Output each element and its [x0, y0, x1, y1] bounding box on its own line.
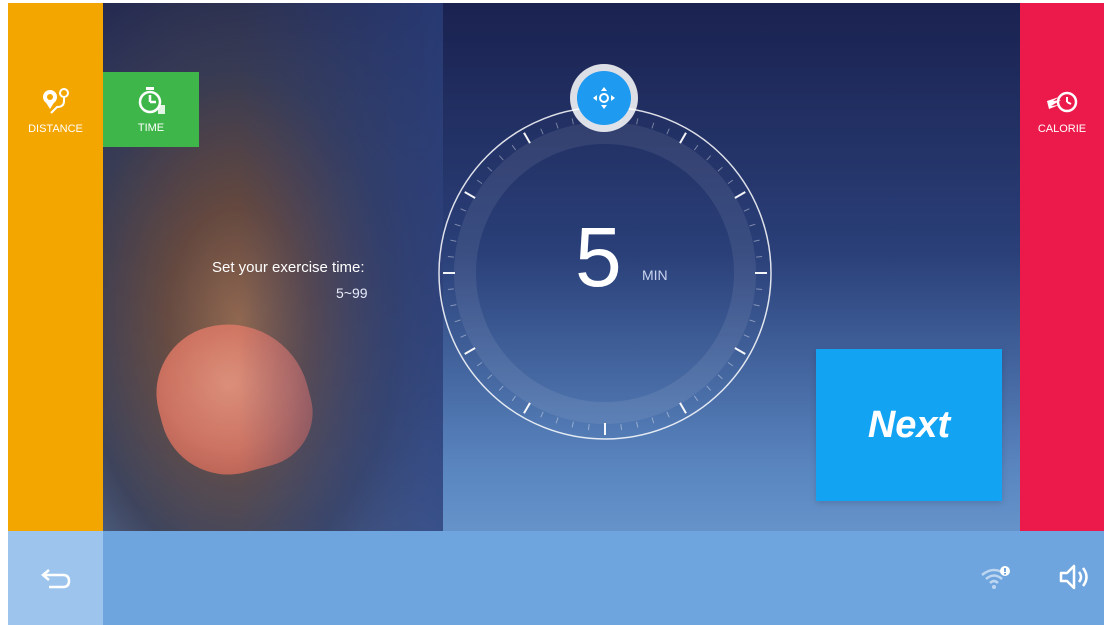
dial-tick	[743, 334, 750, 338]
dial-tick	[447, 288, 454, 291]
dial-tick	[753, 239, 760, 242]
exercise-time-range: 5~99	[336, 285, 368, 301]
dial-tick	[487, 166, 493, 172]
dial-tick	[498, 385, 504, 391]
dial-tick	[693, 144, 699, 151]
dial-tick	[717, 166, 723, 172]
dial-tick	[460, 208, 467, 212]
mode-distance-button[interactable]: DISTANCE	[8, 73, 103, 149]
mode-calorie-label: CALORIE	[1037, 123, 1087, 135]
dial-tick	[749, 319, 756, 323]
drag-handle-icon	[593, 87, 615, 109]
dial-tick	[727, 179, 734, 185]
dial-tick	[450, 239, 457, 242]
stopwatch-icon	[138, 86, 165, 114]
map-pin-route-icon	[42, 88, 69, 114]
dial-tick	[454, 319, 461, 323]
dial-tick	[511, 144, 517, 151]
dial-tick	[454, 223, 461, 227]
dial-tick	[717, 374, 723, 380]
dial-tick	[727, 361, 734, 367]
dial-tick	[476, 179, 483, 185]
dial-tick	[464, 347, 476, 355]
dial-tick	[476, 361, 483, 367]
dial-tick	[734, 347, 746, 355]
dial-tick	[753, 304, 760, 307]
dial-tick	[571, 421, 574, 428]
dial-tick	[666, 411, 670, 418]
dial-tick	[756, 255, 763, 258]
dial-tick	[464, 191, 476, 199]
back-button[interactable]	[8, 531, 103, 625]
dial-tick	[679, 402, 687, 414]
mode-time-button[interactable]: TIME	[103, 72, 199, 147]
dial-tick	[666, 128, 670, 135]
dial-tick	[540, 411, 544, 418]
exercise-setup-screen: DISTANCE TIME CALORIE Set your exercise …	[8, 3, 1104, 625]
bottom-bar	[8, 531, 1104, 625]
dial-tick	[706, 385, 712, 391]
dial-tick	[651, 417, 655, 424]
dial-tick	[749, 223, 756, 227]
dial-tick	[636, 421, 639, 428]
dial-tick	[447, 255, 454, 258]
dial-tick	[620, 424, 623, 431]
dial-tick	[523, 132, 531, 144]
flame-clock-icon	[1047, 91, 1078, 113]
dial-tick	[587, 424, 590, 431]
dial-tick	[756, 288, 763, 291]
wifi-alert-icon[interactable]	[980, 565, 1010, 591]
dial-tick	[498, 155, 504, 161]
speaker-icon[interactable]	[1058, 563, 1092, 591]
dial-tick	[636, 118, 639, 125]
dial-knob[interactable]	[570, 64, 638, 132]
dial-tick	[571, 118, 574, 125]
exercise-time-prompt: Set your exercise time:	[212, 259, 365, 276]
mode-calorie-button[interactable]: CALORIE	[1020, 73, 1104, 149]
dial-tick	[511, 395, 517, 402]
dial-tick	[734, 191, 746, 199]
time-unit: MIN	[642, 267, 668, 283]
dial-tick	[460, 334, 467, 338]
dial-tick	[555, 122, 559, 129]
back-arrow-icon	[40, 569, 70, 589]
next-button[interactable]: Next	[816, 349, 1002, 501]
dial-tick	[651, 122, 655, 129]
mode-time-label: TIME	[137, 121, 165, 134]
dial-tick	[523, 402, 531, 414]
mode-distance-label: DISTANCE	[28, 123, 83, 135]
time-value: 5	[575, 210, 622, 304]
dial-tick	[706, 155, 712, 161]
dial-tick	[679, 132, 687, 144]
dial-tick	[450, 304, 457, 307]
dial-tick	[743, 208, 750, 212]
dial-tick	[555, 417, 559, 424]
dial-tick	[487, 374, 493, 380]
dial-tick	[693, 395, 699, 402]
dial-tick	[540, 128, 544, 135]
